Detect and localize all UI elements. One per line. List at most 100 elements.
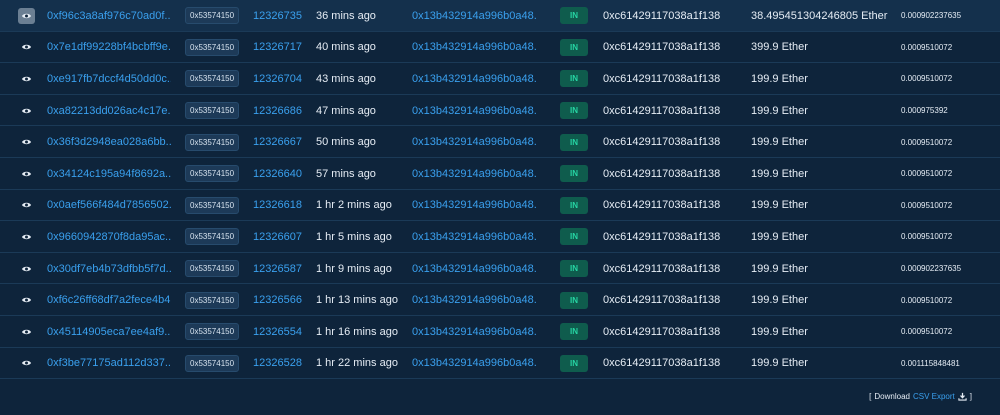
eye-icon[interactable] bbox=[18, 292, 35, 308]
row-preview-cell bbox=[17, 253, 35, 285]
direction-badge: IN bbox=[560, 196, 588, 214]
block-link[interactable]: 12326735 bbox=[253, 10, 302, 22]
age-text: 1 hr 22 mins ago bbox=[316, 357, 398, 370]
tx-hash-link[interactable]: 0xf96c3a8af976c70ad0f... bbox=[47, 10, 171, 22]
eye-icon[interactable] bbox=[18, 229, 35, 245]
to-address-text: 0xc61429117038a1f138... bbox=[603, 104, 721, 117]
eye-icon[interactable] bbox=[18, 39, 35, 55]
from-address-link[interactable]: 0x13b432914a996b0a48... bbox=[412, 326, 536, 338]
fee-text: 0.000975392 bbox=[901, 106, 948, 116]
block-link[interactable]: 12326587 bbox=[253, 263, 302, 275]
direction-badge: IN bbox=[560, 7, 588, 25]
block-link[interactable]: 12326554 bbox=[253, 326, 302, 338]
fee-text: 0.0009510072 bbox=[901, 295, 953, 305]
value-text: 199.9 Ether bbox=[751, 325, 808, 338]
method-badge: 0x53574150 bbox=[185, 133, 239, 151]
block-link[interactable]: 12326566 bbox=[253, 294, 302, 306]
block-link[interactable]: 12326607 bbox=[253, 231, 302, 243]
eye-icon[interactable] bbox=[18, 166, 35, 182]
table-row: 0x7e1df99228bf4bcbff9e... 0x53574150 12326… bbox=[0, 32, 1000, 64]
value-text: 199.9 Ether bbox=[751, 167, 808, 180]
from-address-link[interactable]: 0x13b432914a996b0a48... bbox=[412, 136, 536, 148]
method-badge: 0x53574150 bbox=[185, 228, 239, 246]
age-text: 57 mins ago bbox=[316, 167, 376, 180]
to-address-text: 0xc61429117038a1f138... bbox=[603, 262, 721, 275]
eye-icon[interactable] bbox=[18, 134, 35, 150]
method-badge: 0x53574150 bbox=[185, 7, 239, 25]
tx-hash-link[interactable]: 0x0aef566f484d7856502... bbox=[47, 199, 171, 211]
from-address-link[interactable]: 0x13b432914a996b0a48... bbox=[412, 199, 536, 211]
footer-open-bracket: [ bbox=[869, 392, 872, 401]
csv-export-link[interactable]: CSV Export bbox=[913, 392, 955, 401]
row-preview-cell bbox=[17, 32, 35, 64]
tx-hash-link[interactable]: 0xe917fb7dccf4d50dd0c... bbox=[47, 73, 171, 85]
transactions-table: 0xf96c3a8af976c70ad0f... 0x53574150 123267… bbox=[0, 0, 1000, 380]
tx-hash-link[interactable]: 0x45114905eca7ee4af9... bbox=[47, 326, 171, 338]
table-row: 0xa82213dd026ac4c17e... 0x53574150 1232668… bbox=[0, 95, 1000, 127]
age-text: 40 mins ago bbox=[316, 41, 376, 54]
tx-hash-link[interactable]: 0xa82213dd026ac4c17e... bbox=[47, 105, 171, 117]
from-address-link[interactable]: 0x13b432914a996b0a48... bbox=[412, 105, 536, 117]
method-badge: 0x53574150 bbox=[185, 38, 239, 56]
tx-hash-link[interactable]: 0xf6c26ff68df7a2fece4b4... bbox=[47, 294, 171, 306]
eye-icon[interactable] bbox=[18, 261, 35, 277]
method-badge: 0x53574150 bbox=[185, 291, 239, 309]
age-text: 43 mins ago bbox=[316, 72, 376, 85]
direction-badge: IN bbox=[560, 38, 588, 56]
eye-icon[interactable] bbox=[18, 71, 35, 87]
table-row: 0x30df7eb4b73dfbb5f7d... 0x53574150 123265… bbox=[0, 253, 1000, 285]
value-text: 199.9 Ether bbox=[751, 136, 808, 149]
age-text: 1 hr 5 mins ago bbox=[316, 230, 392, 243]
block-link[interactable]: 12326704 bbox=[253, 73, 302, 85]
table-row: 0x34124c195a94f8692a... 0x53574150 1232664… bbox=[0, 158, 1000, 190]
tx-hash-link[interactable]: 0x36f3d2948ea028a6bb... bbox=[47, 136, 171, 148]
age-text: 36 mins ago bbox=[316, 9, 376, 22]
age-text: 1 hr 9 mins ago bbox=[316, 262, 392, 275]
method-badge: 0x53574150 bbox=[185, 102, 239, 120]
tx-hash-link[interactable]: 0x7e1df99228bf4bcbff9e... bbox=[47, 41, 171, 53]
block-link[interactable]: 12326686 bbox=[253, 105, 302, 117]
to-address-text: 0xc61429117038a1f138... bbox=[603, 136, 721, 149]
eye-icon[interactable] bbox=[18, 197, 35, 213]
age-text: 50 mins ago bbox=[316, 136, 376, 149]
row-preview-cell bbox=[17, 221, 35, 253]
block-link[interactable]: 12326618 bbox=[253, 199, 302, 211]
eye-icon[interactable] bbox=[18, 103, 35, 119]
eye-icon[interactable] bbox=[18, 355, 35, 371]
from-address-link[interactable]: 0x13b432914a996b0a48... bbox=[412, 357, 536, 369]
fee-text: 0.0009510072 bbox=[901, 232, 953, 242]
tx-hash-link[interactable]: 0xf3be77175ad112d337... bbox=[47, 357, 171, 369]
eye-icon[interactable] bbox=[18, 324, 35, 340]
from-address-link[interactable]: 0x13b432914a996b0a48... bbox=[412, 263, 536, 275]
from-address-link[interactable]: 0x13b432914a996b0a48... bbox=[412, 41, 536, 53]
value-text: 399.9 Ether bbox=[751, 41, 808, 54]
from-address-link[interactable]: 0x13b432914a996b0a48... bbox=[412, 168, 536, 180]
table-row: 0xf6c26ff68df7a2fece4b4... 0x53574150 1232… bbox=[0, 284, 1000, 316]
table-row: 0x36f3d2948ea028a6bb... 0x53574150 1232666… bbox=[0, 126, 1000, 158]
block-link[interactable]: 12326717 bbox=[253, 41, 302, 53]
table-row: 0x45114905eca7ee4af9... 0x53574150 1232655… bbox=[0, 316, 1000, 348]
to-address-text: 0xc61429117038a1f138... bbox=[603, 199, 721, 212]
direction-badge: IN bbox=[560, 165, 588, 183]
row-preview-cell bbox=[17, 284, 35, 316]
value-text: 199.9 Ether bbox=[751, 199, 808, 212]
tx-hash-link[interactable]: 0x9660942870f8da95ac... bbox=[47, 231, 171, 243]
method-badge: 0x53574150 bbox=[185, 165, 239, 183]
block-link[interactable]: 12326667 bbox=[253, 136, 302, 148]
tx-hash-link[interactable]: 0x34124c195a94f8692a... bbox=[47, 168, 171, 180]
footer-close-bracket: ] bbox=[969, 392, 972, 401]
block-link[interactable]: 12326640 bbox=[253, 168, 302, 180]
from-address-link[interactable]: 0x13b432914a996b0a48... bbox=[412, 231, 536, 243]
tx-hash-link[interactable]: 0x30df7eb4b73dfbb5f7d... bbox=[47, 263, 171, 275]
download-icon[interactable] bbox=[958, 392, 967, 401]
block-link[interactable]: 12326528 bbox=[253, 357, 302, 369]
to-address-text: 0xc61429117038a1f138... bbox=[603, 294, 721, 307]
eye-icon[interactable] bbox=[17, 7, 35, 24]
method-badge: 0x53574150 bbox=[185, 260, 239, 278]
age-text: 47 mins ago bbox=[316, 104, 376, 117]
from-address-link[interactable]: 0x13b432914a996b0a48... bbox=[412, 73, 536, 85]
from-address-link[interactable]: 0x13b432914a996b0a48... bbox=[412, 10, 536, 22]
value-text: 199.9 Ether bbox=[751, 357, 808, 370]
direction-badge: IN bbox=[560, 102, 588, 120]
from-address-link[interactable]: 0x13b432914a996b0a48... bbox=[412, 294, 536, 306]
